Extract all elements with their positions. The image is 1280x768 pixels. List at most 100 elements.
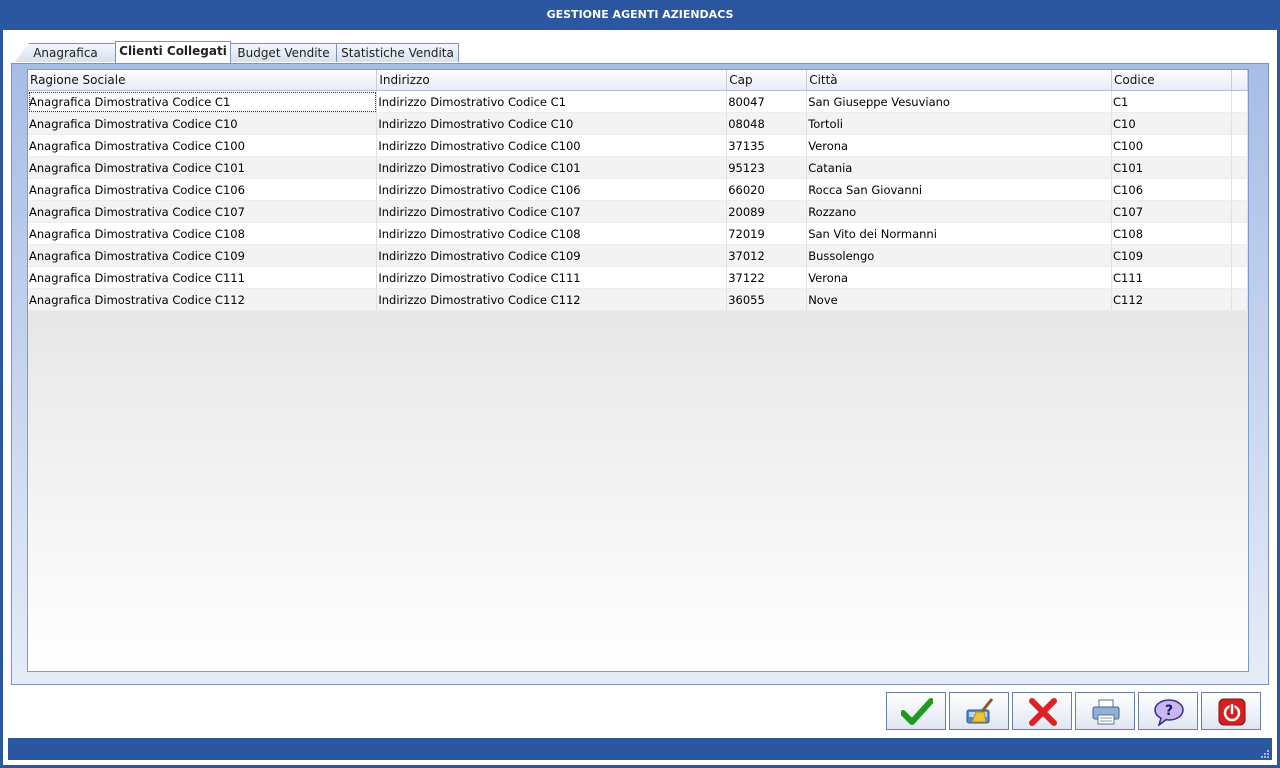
cell-ragione-sociale[interactable]: Anagrafica Dimostrativa Codice C108 [28, 222, 378, 245]
broom-icon [966, 698, 994, 724]
cell-ragione-sociale[interactable]: Anagrafica Dimostrativa Codice C101 [28, 156, 378, 179]
cell-filler [1231, 288, 1248, 311]
tab-strip: Anagrafica Clienti Collegati Budget Vend… [15, 41, 475, 63]
cell-citta[interactable]: San Vito dei Normanni [806, 222, 1113, 245]
cell-codice[interactable]: C10 [1111, 112, 1232, 135]
cell-citta[interactable]: Verona [806, 266, 1113, 289]
cell-codice[interactable]: C107 [1111, 200, 1232, 223]
cell-codice[interactable]: C109 [1111, 244, 1232, 267]
cell-citta[interactable]: San Giuseppe Vesuviano [806, 90, 1113, 113]
printer-icon [1092, 699, 1120, 725]
cell-codice[interactable]: C101 [1111, 156, 1232, 179]
table-row[interactable]: Anagrafica Dimostrativa Codice C100 Indi… [28, 134, 1248, 157]
cell-cap[interactable]: 37135 [726, 134, 808, 157]
cell-codice[interactable]: C112 [1111, 288, 1232, 311]
cell-citta[interactable]: Tortoli [806, 112, 1113, 135]
clients-grid[interactable]: Ragione Sociale Indirizzo Cap Città Codi… [27, 69, 1249, 672]
help-button[interactable]: ? [1138, 692, 1198, 730]
cell-ragione-sociale[interactable]: Anagrafica Dimostrativa Codice C107 [28, 200, 378, 223]
table-row[interactable]: Anagrafica Dimostrativa Codice C1 Indiri… [28, 90, 1248, 113]
cell-filler [1231, 266, 1248, 289]
column-header-ragione-sociale[interactable]: Ragione Sociale [28, 70, 378, 91]
cell-cap[interactable]: 08048 [726, 112, 808, 135]
cancel-button[interactable] [1012, 692, 1072, 730]
table-row[interactable]: Anagrafica Dimostrativa Codice C108 Indi… [28, 222, 1248, 245]
cell-indirizzo[interactable]: Indirizzo Dimostrativo Codice C101 [376, 156, 728, 179]
tab-budget-vendite[interactable]: Budget Vendite [230, 43, 337, 62]
cell-citta[interactable]: Bussolengo [806, 244, 1113, 267]
cell-cap[interactable]: 36055 [726, 288, 808, 311]
cell-citta[interactable]: Verona [806, 134, 1113, 157]
cell-indirizzo[interactable]: Indirizzo Dimostrativo Codice C10 [376, 112, 728, 135]
resize-grip-icon[interactable] [1260, 749, 1270, 759]
tab-panel: Ragione Sociale Indirizzo Cap Città Codi… [11, 63, 1269, 685]
column-header-indirizzo[interactable]: Indirizzo [376, 70, 728, 91]
cell-filler [1231, 222, 1248, 245]
cell-cap[interactable]: 66020 [726, 178, 808, 201]
header-row: Ragione Sociale Indirizzo Cap Città Codi… [28, 70, 1248, 91]
table-row[interactable]: Anagrafica Dimostrativa Codice C106 Indi… [28, 178, 1248, 201]
cell-filler [1231, 134, 1248, 157]
cell-cap[interactable]: 37012 [726, 244, 808, 267]
exit-button[interactable] [1201, 692, 1261, 730]
cell-ragione-sociale[interactable]: Anagrafica Dimostrativa Codice C100 [28, 134, 378, 157]
svg-text:?: ? [1165, 703, 1173, 719]
cell-citta[interactable]: Rozzano [806, 200, 1113, 223]
cell-ragione-sociale[interactable]: Anagrafica Dimostrativa Codice C106 [28, 178, 378, 201]
cell-ragione-sociale[interactable]: Anagrafica Dimostrativa Codice C1 [28, 90, 378, 113]
cell-cap[interactable]: 37122 [726, 266, 808, 289]
print-button[interactable] [1075, 692, 1135, 730]
x-icon [1029, 698, 1057, 726]
table-row[interactable]: Anagrafica Dimostrativa Codice C107 Indi… [28, 200, 1248, 223]
cell-filler [1231, 244, 1248, 267]
cell-indirizzo[interactable]: Indirizzo Dimostrativo Codice C1 [376, 90, 728, 113]
cell-ragione-sociale[interactable]: Anagrafica Dimostrativa Codice C109 [28, 244, 378, 267]
table-row[interactable]: Anagrafica Dimostrativa Codice C101 Indi… [28, 156, 1248, 179]
cell-codice[interactable]: C108 [1111, 222, 1232, 245]
cell-citta[interactable]: Catania [806, 156, 1113, 179]
table-row[interactable]: Anagrafica Dimostrativa Codice C10 Indir… [28, 112, 1248, 135]
cell-codice[interactable]: C111 [1111, 266, 1232, 289]
cell-cap[interactable]: 72019 [726, 222, 808, 245]
cell-ragione-sociale[interactable]: Anagrafica Dimostrativa Codice C111 [28, 266, 378, 289]
table-row[interactable]: Anagrafica Dimostrativa Codice C109 Indi… [28, 244, 1248, 267]
cell-filler [1231, 200, 1248, 223]
tab-statistiche-vendita[interactable]: Statistiche Vendita [336, 43, 459, 62]
tab-anagrafica[interactable]: Anagrafica [15, 43, 117, 62]
help-icon: ? [1154, 699, 1184, 726]
cell-filler [1231, 90, 1248, 113]
column-header-filler [1231, 70, 1248, 91]
cell-indirizzo[interactable]: Indirizzo Dimostrativo Codice C108 [376, 222, 728, 245]
cell-indirizzo[interactable]: Indirizzo Dimostrativo Codice C111 [376, 266, 728, 289]
cell-cap[interactable]: 95123 [726, 156, 808, 179]
confirm-button[interactable] [886, 692, 946, 730]
cell-codice[interactable]: C1 [1111, 90, 1232, 113]
cell-indirizzo[interactable]: Indirizzo Dimostrativo Codice C107 [376, 200, 728, 223]
clients-table: Ragione Sociale Indirizzo Cap Città Codi… [28, 70, 1248, 311]
cell-citta[interactable]: Nove [806, 288, 1113, 311]
column-header-codice[interactable]: Codice [1111, 70, 1232, 91]
cell-citta[interactable]: Rocca San Giovanni [806, 178, 1113, 201]
cell-cap[interactable]: 20089 [726, 200, 808, 223]
cell-indirizzo[interactable]: Indirizzo Dimostrativo Codice C109 [376, 244, 728, 267]
cell-cap[interactable]: 80047 [726, 90, 808, 113]
table-row[interactable]: Anagrafica Dimostrativa Codice C112 Indi… [28, 288, 1248, 311]
column-header-cap[interactable]: Cap [726, 70, 808, 91]
action-toolbar: ? [886, 691, 1266, 731]
column-header-citta[interactable]: Città [806, 70, 1113, 91]
cell-ragione-sociale[interactable]: Anagrafica Dimostrativa Codice C112 [28, 288, 378, 311]
cell-indirizzo[interactable]: Indirizzo Dimostrativo Codice C100 [376, 134, 728, 157]
cell-filler [1231, 112, 1248, 135]
window-title: GESTIONE AGENTI AZIENDACS [546, 8, 734, 21]
cell-codice[interactable]: C100 [1111, 134, 1232, 157]
cell-codice[interactable]: C106 [1111, 178, 1232, 201]
clear-button[interactable] [949, 692, 1009, 730]
cell-ragione-sociale[interactable]: Anagrafica Dimostrativa Codice C10 [28, 112, 378, 135]
cell-indirizzo[interactable]: Indirizzo Dimostrativo Codice C112 [376, 288, 728, 311]
cell-indirizzo[interactable]: Indirizzo Dimostrativo Codice C106 [376, 178, 728, 201]
power-icon [1218, 698, 1246, 726]
tab-clienti-collegati[interactable]: Clienti Collegati [115, 41, 231, 63]
checkmark-icon [901, 698, 933, 725]
table-row[interactable]: Anagrafica Dimostrativa Codice C111 Indi… [28, 266, 1248, 289]
main-window: Anagrafica Clienti Collegati Budget Vend… [3, 30, 1277, 765]
